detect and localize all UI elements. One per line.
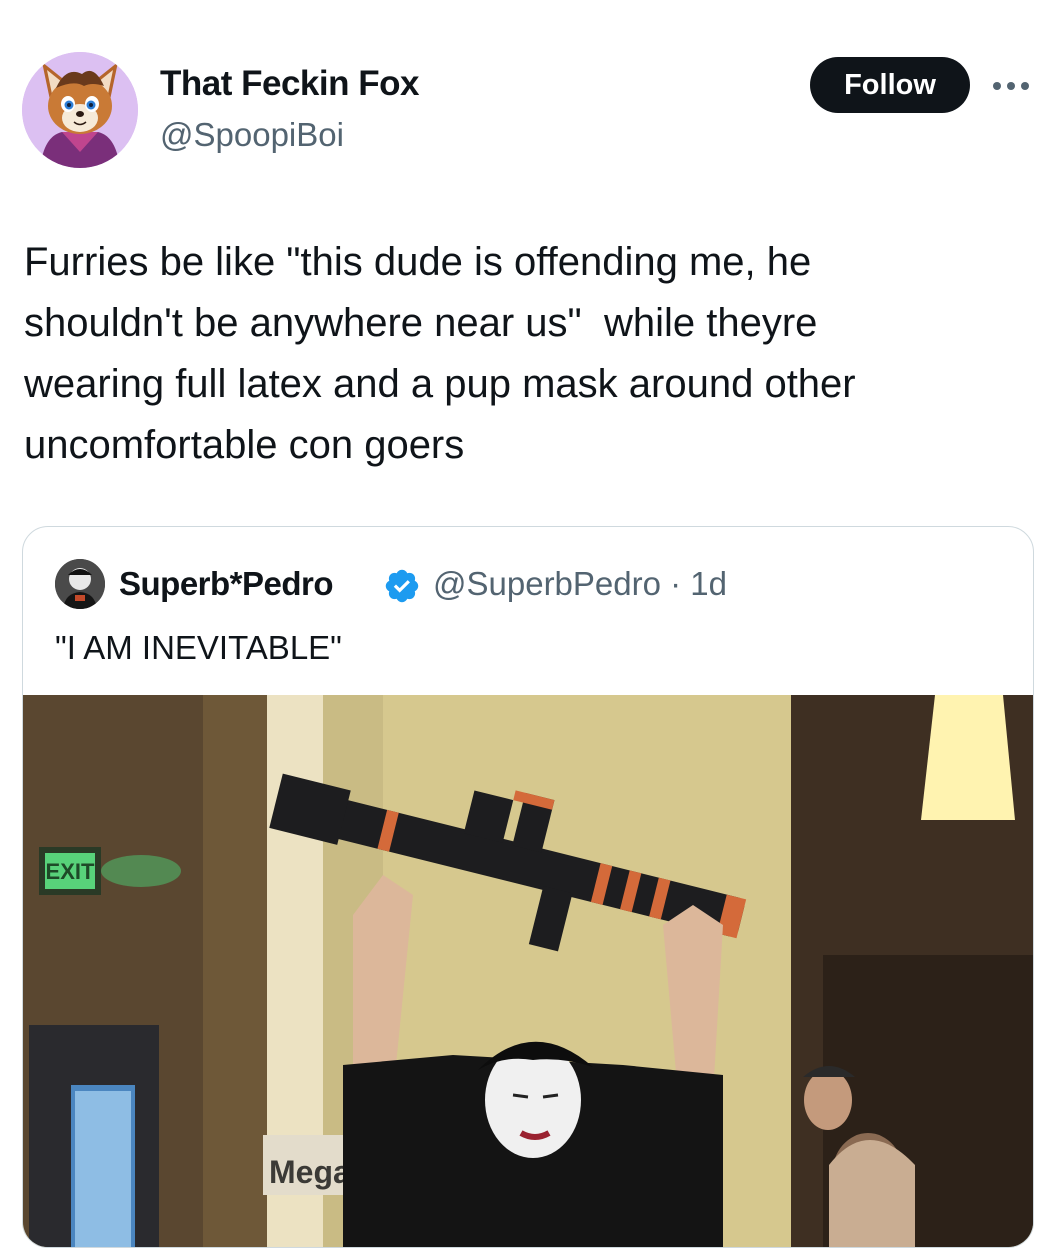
author-avatar[interactable] [22,52,138,168]
author-handle[interactable]: @SpoopiBoi [160,116,344,154]
tweet-text: Furries be like "this dude is offending … [24,240,856,467]
fox-avatar-illustration [22,52,138,168]
quoted-author-name[interactable]: Superb*Pedro [119,565,334,603]
author-name[interactable]: That Feckin Fox [160,64,419,104]
follow-button[interactable]: Follow [810,57,970,113]
tweet: That Feckin Fox @SpoopiBoi Follow Furrie… [0,0,1056,1248]
exit-sign-text: EXIT [46,859,95,884]
quoted-author-avatar[interactable] [55,559,105,609]
quoted-tweet-photo[interactable]: EXIT Mega [23,695,1033,1247]
verified-badge-icon [385,569,419,603]
cosplay-photo-illustration: EXIT Mega [23,695,1033,1247]
quoted-tweet-text: "I AM INEVITABLE" [55,629,342,666]
more-dots-icon [993,82,1029,90]
quoted-tweet-card[interactable]: Superb*Pedro @SuperbPedro · 1d "I AM INE… [22,526,1034,1248]
quoted-handle-and-time: @SuperbPedro · 1d [433,565,728,602]
photo-sign-text: Mega [269,1154,351,1190]
mime-avatar-illustration [55,559,105,609]
more-options-button[interactable] [990,72,1032,100]
